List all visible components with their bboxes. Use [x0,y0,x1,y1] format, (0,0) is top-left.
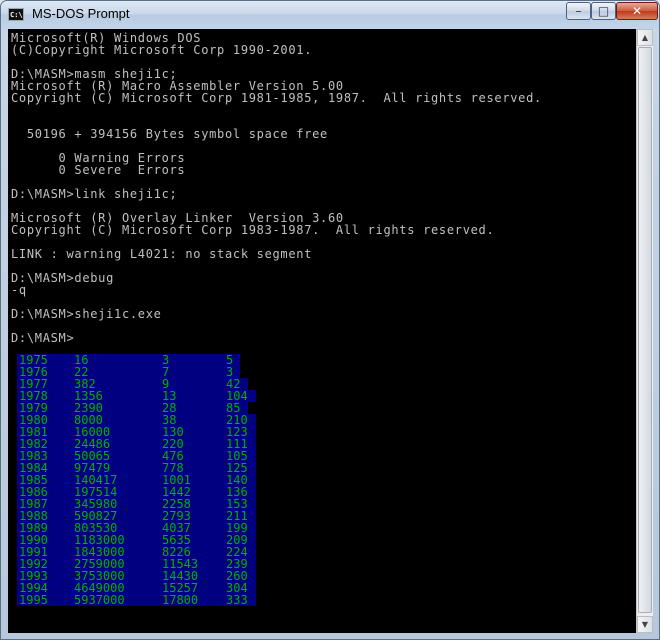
maximize-button[interactable]: □ [591,2,616,20]
msdos-window: C:\ MS-DOS Prompt – □ ✕ Microsoft(R) Win… [0,0,660,640]
console-line: D:\MASM>debug [11,271,115,285]
table-row: 1976 22 7 3 [17,366,240,378]
table-row: 1985 140417 1001 140 [17,474,256,486]
table-cell: 1995 [19,593,48,607]
console-line: -q [11,283,27,297]
table-row: 1982 24486 220 111 [17,438,256,450]
table-row: 1978 1356 13 104 [17,390,256,402]
console-line: D:\MASM>sheji1c.exe [11,307,162,321]
table-row: 1983 50065 476 105 [17,450,256,462]
table-cell: 333 [226,593,248,607]
table-row: 1994 4649000 15257 304 [17,582,256,594]
title-bar[interactable]: C:\ MS-DOS Prompt – □ ✕ [1,1,659,29]
console-line: Copyright (C) Microsoft Corp 1983-1987. … [11,223,495,237]
window-title: MS-DOS Prompt [32,6,130,21]
vertical-scrollbar[interactable]: ▲ ▼ [636,29,653,633]
table-row: 1990 1183000 5635 209 [17,534,256,546]
console-area[interactable]: Microsoft(R) Windows DOS (C)Copyright Mic… [8,29,636,633]
table-row: 1991 1843000 8226 224 [17,546,256,558]
table-cell: 5937000 [74,593,125,607]
minimize-button[interactable]: – [566,2,591,20]
console-line: Copyright (C) Microsoft Corp 1981-1985, … [11,91,542,105]
table-row: 1975 16 3 5 [17,354,240,366]
console-line: LINK : warning L4021: no stack segment [11,247,313,261]
table-row: 1992 2759000 11543 239 [17,558,256,570]
console-output: Microsoft(R) Windows DOS (C)Copyright Mic… [11,32,542,344]
table-row: 1988 590827 2793 211 [17,510,256,522]
msdos-app-icon[interactable]: C:\ [8,8,24,21]
console-line: D:\MASM>link sheji1c; [11,187,178,201]
table-row: 1995 5937000 17800 333 [17,594,256,606]
table-row: 1979 2390 28 85 [17,402,248,414]
scroll-up-arrow-icon[interactable]: ▲ [637,29,653,46]
console-line: 50196 + 394156 Bytes symbol space free [11,127,328,141]
console-line: 0 Severe Errors [11,163,186,177]
close-button[interactable]: ✕ [616,2,658,20]
console-line: D:\MASM> [11,331,75,345]
table-row: 1977 382 9 42 [17,378,248,390]
table-cell: 17800 [162,593,199,607]
table-row: 1984 97479 778 125 [17,462,256,474]
table-row: 1980 8000 38 210 [17,414,256,426]
scrollbar-thumb[interactable] [638,47,652,613]
console-line: (C)Copyright Microsoft Corp 1990-2001. [11,43,313,57]
table-row: 1987 345980 2258 153 [17,498,256,510]
scroll-down-arrow-icon[interactable]: ▼ [637,616,653,633]
table-row: 1989 803530 4037 199 [17,522,256,534]
table-row: 1993 3753000 14430 260 [17,570,256,582]
table-row: 1986 197514 1442 136 [17,486,256,498]
table-row: 1981 16000 130 123 [17,426,256,438]
